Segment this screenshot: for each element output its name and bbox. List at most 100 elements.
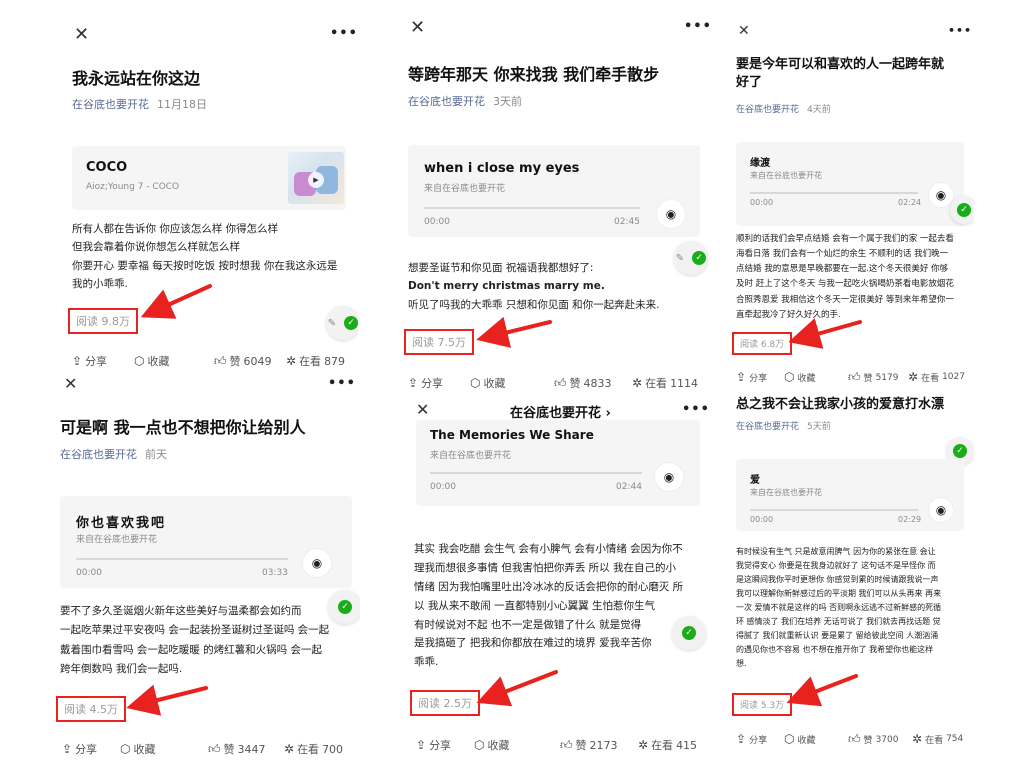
close-icon[interactable]: ✕ [410, 19, 425, 37]
body-line: 以 我从来不敢闹 一直都特别小心翼翼 生怕惹你生气 [414, 599, 656, 612]
body-line: 你要开心 要幸福 每天按时吃饭 按时想我 你在我这永远是 [72, 259, 338, 272]
progress-track[interactable] [424, 207, 640, 209]
body-line: 合照秀恩爱 我相信这个冬天一定很美好 等到来年希望你一 [736, 294, 954, 305]
close-icon[interactable]: ✕ [74, 26, 89, 44]
body-line: 有时候说对不起 也不一定是做错了什么 就是觉得 [414, 618, 642, 631]
collect-button[interactable]: ⬡ 收藏 [784, 732, 816, 746]
time-end: 02:29 [898, 515, 922, 524]
music-card[interactable]: COCO Aioz;Young 7 - COCO ▶ [72, 146, 346, 210]
article-body: 想要圣诞节和你见面 祝福语我都想好了: Don't merry christma… [408, 259, 708, 314]
play-button[interactable]: ◉ [302, 548, 332, 578]
like-count: 6049 [243, 354, 272, 368]
watching-button[interactable]: ✲ 在看 879 [286, 353, 345, 369]
close-icon[interactable]: ✕ [416, 402, 429, 418]
time-end: 02:24 [898, 198, 922, 207]
play-button[interactable]: ◉ [656, 199, 686, 229]
floating-write-button[interactable]: ✓ [950, 196, 974, 224]
like-button[interactable]: 👍︎ 赞 5179 [848, 370, 898, 385]
article-card-2: ✕ ••• 等跨年那天 你来找我 我们牵手散步 在谷底也要开花 3天前 when … [388, 5, 718, 395]
time-start: 00:00 [430, 482, 456, 492]
share-icon: ⇪ [408, 376, 419, 390]
share-button[interactable]: ⇪ 分享 [736, 370, 767, 384]
body-line: 是我搞砸了 把我和你都放在难过的境界 爱我辛苦你 [414, 637, 652, 650]
watching-count: 1114 [670, 376, 699, 390]
like-button[interactable]: 👍︎ 赞 3700 [848, 732, 898, 747]
collect-button[interactable]: ⬡ 收藏 [784, 370, 816, 384]
close-icon[interactable]: ✕ [738, 24, 750, 38]
collect-button[interactable]: ⬡ 收藏 [470, 375, 505, 391]
share-button[interactable]: ⇪ 分享 [408, 375, 443, 391]
song-title: The Memories We Share [430, 428, 594, 442]
more-icon[interactable]: ••• [682, 402, 710, 417]
music-card[interactable]: 爱 来自在谷底也要开花 00:00 02:29 ◉ [736, 459, 964, 531]
play-icon[interactable]: ▶ [308, 172, 324, 188]
cube-icon: ⬡ [120, 742, 131, 756]
article-title: 我永远站在你这边 [72, 69, 201, 88]
thumb-up-icon: 👍︎ [848, 370, 861, 384]
body-line: 一起吃苹果过平安夜吗 会一起装扮圣诞树过圣诞吗 会一起 [60, 624, 330, 637]
like-button[interactable]: 👍︎ 赞 2173 [560, 737, 618, 753]
more-icon[interactable]: ••• [328, 376, 356, 391]
like-button[interactable]: 👍︎ 赞 3447 [208, 741, 266, 757]
share-label: 分享 [421, 377, 444, 390]
author-link[interactable]: 在谷底也要开花 [60, 448, 137, 461]
music-card[interactable]: 缘渡 来自在谷底也要开花 00:00 02:24 ◉ [736, 142, 964, 226]
music-card[interactable]: The Memories We Share 来自在谷底也要开花 00:00 02… [416, 420, 700, 506]
watching-button[interactable]: ✲ 在看 754 [912, 732, 963, 746]
read-count: 阅读 6.8万 [732, 332, 793, 355]
author-link[interactable]: 在谷底也要开花 [736, 422, 799, 432]
more-icon[interactable]: ••• [948, 24, 972, 37]
author-link[interactable]: 在谷底也要开花 [408, 95, 485, 108]
play-button[interactable]: ◉ [654, 462, 684, 492]
read-count: 阅读 4.5万 [56, 696, 126, 722]
floating-write-button[interactable]: ✎ ✓ [326, 306, 358, 340]
collect-label: 收藏 [797, 373, 816, 384]
progress-track[interactable] [430, 472, 642, 474]
progress-track[interactable] [750, 192, 918, 194]
account-name-header[interactable]: 在谷底也要开花 › [510, 402, 611, 421]
music-card[interactable]: when i close my eyes 来自在谷底也要开花 00:00 02:… [408, 145, 700, 237]
cube-icon: ⬡ [784, 732, 795, 746]
share-button[interactable]: ⇪ 分享 [72, 353, 107, 369]
watching-button[interactable]: ✲ 在看 1027 [908, 370, 965, 384]
collect-button[interactable]: ⬡ 收藏 [474, 737, 509, 753]
cube-icon: ⬡ [474, 738, 485, 752]
progress-track[interactable] [76, 558, 288, 560]
publish-date: 4天前 [807, 105, 831, 115]
gear-icon: ✲ [284, 742, 295, 756]
author-link[interactable]: 在谷底也要开花 [736, 105, 799, 115]
share-label: 分享 [749, 735, 768, 746]
play-button[interactable]: ◉ [928, 497, 954, 523]
share-button[interactable]: ⇪ 分享 [736, 732, 767, 746]
time-end: 02:44 [616, 482, 642, 492]
song-source: 来自在谷底也要开花 [76, 535, 158, 545]
song-title: 你也喜欢我吧 [76, 516, 167, 531]
music-card[interactable]: 你也喜欢我吧 来自在谷底也要开花 00:00 03:33 ◉ [60, 496, 352, 588]
title-line: 好了 [736, 75, 763, 91]
watching-button[interactable]: ✲ 在看 415 [638, 737, 697, 753]
watching-count: 754 [946, 734, 964, 744]
watching-button[interactable]: ✲ 在看 700 [284, 741, 343, 757]
like-button[interactable]: 👍︎ 赞 6049 [214, 353, 272, 369]
floating-write-button[interactable]: ✓ [672, 616, 706, 650]
album-cover: ▶ [288, 152, 344, 204]
body-line: 点结婚 我的意思是早晚都要在一起.这个冬天很美好 你够 [736, 264, 949, 275]
body-line: 跨年倒数吗 我们会一起吗. [60, 663, 183, 676]
share-button[interactable]: ⇪ 分享 [416, 737, 451, 753]
progress-track[interactable] [750, 509, 918, 511]
article-title: 等跨年那天 你来找我 我们牵手散步 [408, 65, 660, 84]
share-button[interactable]: ⇪ 分享 [62, 741, 97, 757]
collect-button[interactable]: ⬡ 收藏 [120, 741, 155, 757]
body-line: 要不了多久圣诞烟火新年这些美好与温柔都会如约而 [60, 605, 302, 617]
watching-button[interactable]: ✲ 在看 1114 [632, 375, 698, 391]
article-title: 可是啊 我一点也不想把你让给别人 [60, 418, 306, 437]
collect-button[interactable]: ⬡ 收藏 [134, 353, 169, 369]
author-link[interactable]: 在谷底也要开花 [72, 98, 149, 111]
like-button[interactable]: 👍︎ 赞 4833 [554, 375, 612, 391]
more-icon[interactable]: ••• [684, 19, 712, 34]
thumb-up-icon: 👍︎ [208, 741, 221, 756]
close-icon[interactable]: ✕ [64, 376, 77, 392]
song-source: 来自在谷底也要开花 [750, 171, 822, 180]
article-card-5: ✕ 在谷底也要开花 › ••• The Memories We Share 来自… [398, 390, 718, 764]
more-icon[interactable]: ••• [330, 26, 358, 41]
